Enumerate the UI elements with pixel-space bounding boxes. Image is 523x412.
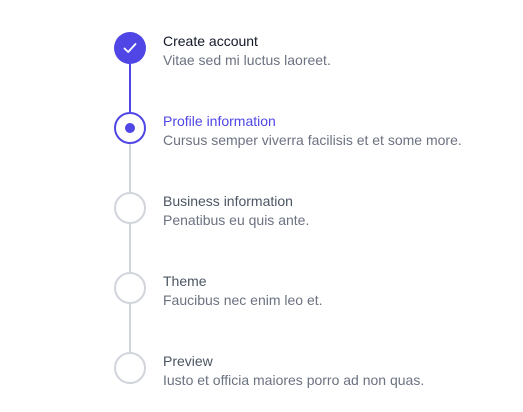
step-title: Business information bbox=[163, 193, 293, 209]
step-title: Theme bbox=[163, 273, 207, 289]
step-text: Preview Iusto et officia maiores porro a… bbox=[163, 352, 424, 390]
step-indicator-complete[interactable] bbox=[114, 32, 146, 64]
step-theme[interactable]: Theme Faucibus nec enim leo et. bbox=[114, 272, 514, 352]
step-profile-information[interactable]: Profile information Cursus semper viverr… bbox=[114, 112, 514, 192]
step-title: Preview bbox=[163, 353, 213, 369]
step-description: Cursus semper viverra facilisis et et so… bbox=[163, 132, 462, 148]
step-create-account[interactable]: Create account Vitae sed mi luctus laore… bbox=[114, 32, 514, 112]
step-connector bbox=[129, 304, 131, 352]
step-description: Faucibus nec enim leo et. bbox=[163, 292, 323, 308]
step-connector bbox=[129, 64, 131, 112]
step-title: Profile information bbox=[163, 113, 276, 129]
step-text: Theme Faucibus nec enim leo et. bbox=[163, 272, 323, 310]
step-indicator-upcoming[interactable] bbox=[114, 192, 146, 224]
step-connector bbox=[129, 144, 131, 192]
step-indicator-upcoming[interactable] bbox=[114, 272, 146, 304]
step-description: Penatibus eu quis ante. bbox=[163, 212, 310, 228]
step-text: Business information Penatibus eu quis a… bbox=[163, 192, 309, 230]
step-business-information[interactable]: Business information Penatibus eu quis a… bbox=[114, 192, 514, 272]
step-indicator-current[interactable] bbox=[114, 112, 146, 144]
step-description: Vitae sed mi luctus laoreet. bbox=[163, 52, 331, 68]
check-icon bbox=[123, 43, 137, 53]
step-description: Iusto et officia maiores porro ad non qu… bbox=[163, 372, 425, 388]
step-preview[interactable]: Preview Iusto et officia maiores porro a… bbox=[114, 352, 514, 402]
step-connector bbox=[129, 224, 131, 272]
step-text: Create account Vitae sed mi luctus laore… bbox=[163, 32, 331, 70]
step-indicator-upcoming[interactable] bbox=[114, 352, 146, 384]
current-dot-icon bbox=[125, 123, 135, 133]
progress-steps: Create account Vitae sed mi luctus laore… bbox=[114, 32, 514, 402]
step-title: Create account bbox=[163, 33, 258, 49]
step-text: Profile information Cursus semper viverr… bbox=[163, 112, 462, 150]
